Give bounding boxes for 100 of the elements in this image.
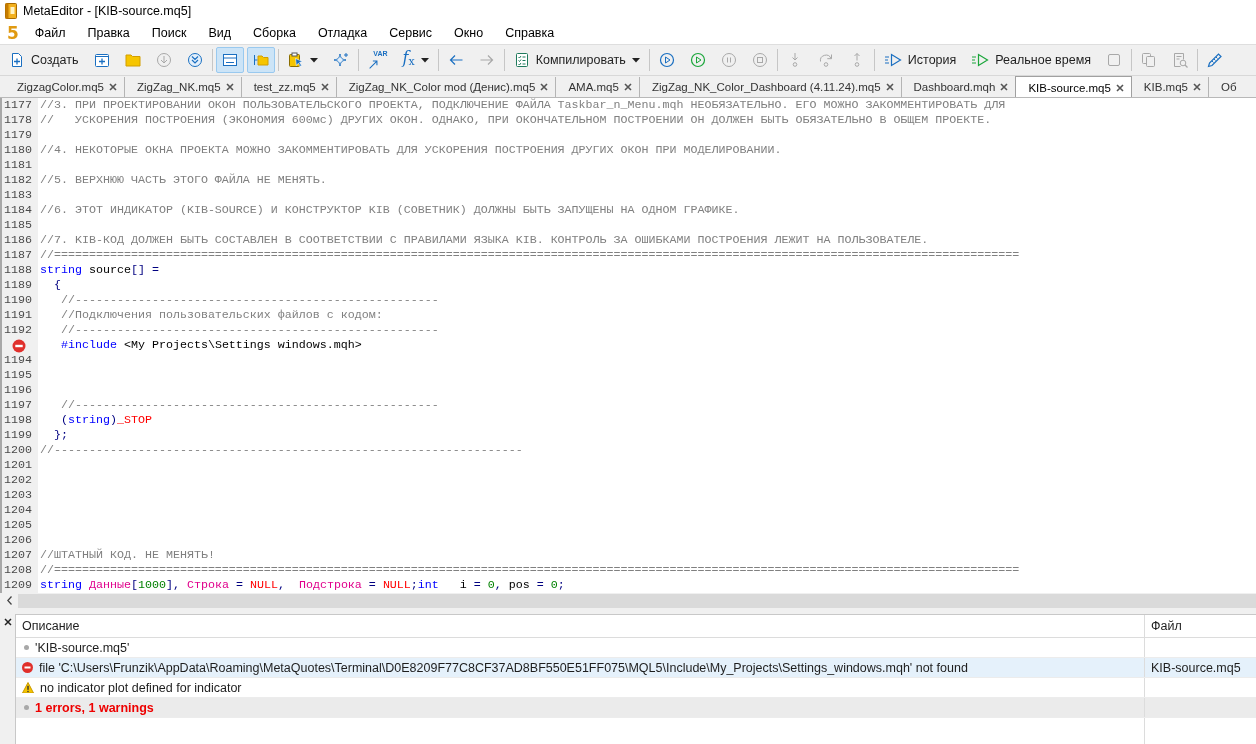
- toolbar-icon-button[interactable]: [215, 47, 244, 73]
- message-row[interactable]: file 'C:\Users\Frunzik\AppData\Roaming\MetaQuotes\Terminal\D0E8209F77C8CF37AD8BF550E51FF075\MQL5\Include\My_Projects\Settings_windows.mqh' not found KIB-source.mq5: [16, 658, 1256, 678]
- column-header[interactable]: Файл: [1151, 619, 1182, 633]
- line-number: 1186: [4, 233, 32, 247]
- code-line: #include <My Projects\Settings windows.mqh>: [61, 338, 362, 352]
- line-number: 1180: [4, 143, 32, 157]
- line-number: 1178: [4, 113, 32, 127]
- window-title: MetaEditor - [KIB-source.mq5]: [23, 4, 192, 18]
- toolbar-icon-button[interactable]: f$_{x}$: [396, 47, 435, 73]
- close-icon[interactable]: [885, 83, 894, 91]
- file-tab[interactable]: AMA.mq5: [556, 77, 640, 97]
- menu-item[interactable]: Сборка: [242, 23, 307, 43]
- menu-item[interactable]: Отладка: [306, 23, 379, 43]
- toolbar-icon-button[interactable]: [246, 47, 275, 73]
- line-number: 1177: [4, 98, 32, 112]
- menu-item[interactable]: Файл: [23, 23, 77, 43]
- document-search-icon: [1172, 52, 1188, 68]
- code-line: //Подключения пользовательских файлов с кодом:: [61, 308, 383, 322]
- square-icon: [1106, 52, 1122, 68]
- toolbar-button[interactable]: История: [877, 47, 963, 73]
- close-icon[interactable]: [1192, 83, 1201, 91]
- close-icon[interactable]: [225, 83, 234, 91]
- code-line: string Данные[1000], Строка = NULL, Подстрока = NULL;int i = 0, pos = 0;: [40, 578, 565, 592]
- close-icon[interactable]: [108, 83, 117, 91]
- file-tab[interactable]: KIB.mq5: [1131, 77, 1209, 97]
- line-number: 1188: [4, 263, 32, 277]
- file-tab[interactable]: test_zz.mq5: [241, 77, 337, 97]
- code-line: //3. ПРИ ПРОЕКТИРОВАНИИ ОКОН ПОЛЬЗОВАТЕЛЬСКОГО ПРОЕКТА, ПОДКЛЮЧЕНИЕ ФАЙЛА Taskbar_n_Menu.mqh НЕОБЯЗАТЕЛЬНО. ЕГО МОЖНО ЗАКОММЕНТИРОВАТЬ ДЛЯ: [40, 98, 1006, 112]
- chevron-left-icon[interactable]: [7, 596, 12, 605]
- file-tab[interactable]: Об: [1208, 77, 1244, 97]
- close-icon[interactable]: [1000, 83, 1009, 91]
- close-icon[interactable]: [623, 83, 632, 91]
- line-number: 1205: [4, 518, 32, 532]
- line-number: 1208: [4, 563, 32, 577]
- column-header[interactable]: Описание: [22, 619, 80, 633]
- message-text: no indicator plot defined for indicator: [40, 680, 242, 695]
- file-tab[interactable]: ZigZag_NK.mq5: [124, 77, 242, 97]
- line-number: 1190: [4, 293, 32, 307]
- menu-item[interactable]: Правка: [76, 23, 141, 43]
- line-number: 1203: [4, 488, 32, 502]
- folder-icon: [124, 52, 141, 68]
- code-line: //4. НЕКОТОРЫЕ ОКНА ПРОЕКТА МОЖНО ЗАКОММЕНТИРОВАТЬ ДЛЯ УСКОРЕНИЯ ПОСТРОЕНИЯ ДРУГИХ ОКОН ПРИ МОДЕЛИРОВАНИИ.: [40, 143, 782, 157]
- app-logo: 5: [7, 23, 19, 43]
- code-line: string source[] =: [40, 263, 159, 277]
- list-play-icon: [883, 52, 902, 68]
- close-icon[interactable]: [540, 83, 549, 91]
- bullet-icon: [24, 705, 29, 710]
- close-icon[interactable]: [320, 83, 329, 91]
- message-text: file 'C:\Users\Frunzik\AppData\Roaming\MetaQuotes\Terminal\D0E8209F77C8CF37AD8BF550E51FF075\MQL5\Include\My_Projects\Settings_windows.mqh' not found: [39, 660, 968, 675]
- line-number: 1206: [4, 533, 32, 547]
- menu-item[interactable]: Вид: [197, 23, 243, 43]
- plus-square-icon: [93, 52, 110, 68]
- toolbar-button[interactable]: Компилировать: [507, 47, 646, 73]
- file-tab[interactable]: ZigZag_NK_Color_Dashboard (4.11.24).mq5: [639, 77, 902, 97]
- file-tab[interactable]: ZigZag_NK_Color mod (Денис).mq5: [336, 77, 557, 97]
- pen-icon: [1207, 52, 1223, 68]
- left-arrow-icon: [447, 52, 464, 68]
- line-number: 1179: [4, 128, 32, 142]
- close-icon[interactable]: [3, 618, 12, 626]
- line-number: 1184: [4, 203, 32, 217]
- code-line: //----------------------------------------------------: [61, 293, 439, 307]
- code-line: //ШТАТНЫЙ КОД. НЕ МЕНЯТЬ!: [40, 548, 215, 562]
- caret-icon: [309, 57, 318, 63]
- right-arrow-icon: [478, 52, 495, 68]
- sparkle-icon: [332, 52, 349, 68]
- list-play-icon: [971, 52, 990, 68]
- menu-item[interactable]: Сервис: [378, 23, 444, 43]
- menu-item[interactable]: Окно: [443, 23, 495, 43]
- line-number: 1189: [4, 278, 32, 292]
- message-row[interactable]: 1 errors, 1 warnings: [16, 698, 1256, 718]
- toolbar-button[interactable]: Реальное время: [965, 47, 1097, 73]
- menu-item[interactable]: Справка: [494, 23, 566, 43]
- line-number: 1196: [4, 383, 32, 397]
- folder-panel-icon: [252, 52, 269, 68]
- line-number: 1185: [4, 218, 32, 232]
- line-number: 1191: [4, 308, 32, 322]
- app-icon: [5, 3, 17, 19]
- line-number: 1204: [4, 503, 32, 517]
- line-number: 1192: [4, 323, 32, 337]
- line-number: 1198: [4, 413, 32, 427]
- file-name: KIB-source.mq5: [1151, 660, 1241, 675]
- line-number: 1195: [4, 368, 32, 382]
- code-line: };: [54, 428, 68, 442]
- file-tab[interactable]: KIB-source.mq5: [1015, 76, 1132, 97]
- code-line: //5. ВЕРХНЮЮ ЧАСТЬ ЭТОГО ФАЙЛА НЕ МЕНЯТЬ.: [40, 173, 327, 187]
- toolbar-button[interactable]: Создать: [3, 47, 85, 73]
- stop-icon: [751, 52, 768, 68]
- line-number: 1183: [4, 188, 32, 202]
- file-tab[interactable]: Dashboard.mqh: [901, 77, 1016, 97]
- clipboard-cursor-icon: [287, 52, 304, 68]
- line-number: 1201: [4, 458, 32, 472]
- line-number: 1181: [4, 158, 32, 172]
- menu-item[interactable]: Поиск: [140, 23, 198, 43]
- code-line: //----------------------------------------------------: [61, 398, 439, 412]
- file-tab[interactable]: ZigzagColor.mq5: [5, 77, 125, 97]
- close-icon[interactable]: [1115, 83, 1124, 92]
- line-number: 1197: [4, 398, 32, 412]
- line-number: 1209: [4, 578, 32, 592]
- code-line: //==========================================================================================================================================: [40, 563, 1020, 577]
- error-icon: [22, 662, 33, 673]
